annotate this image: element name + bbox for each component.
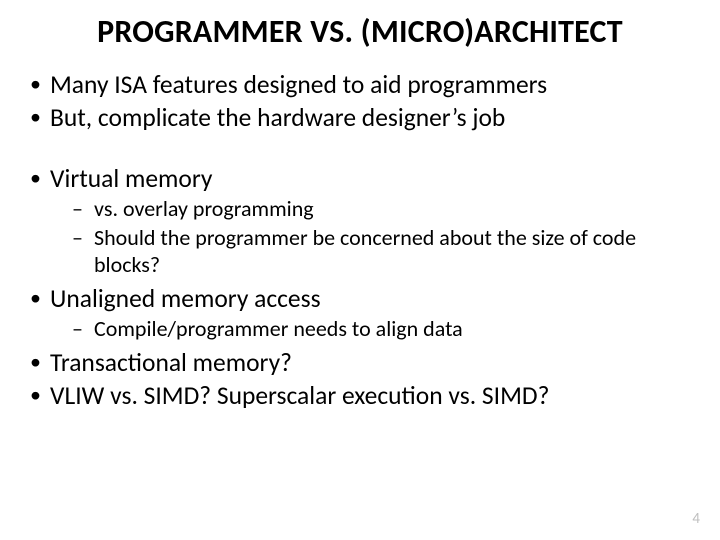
sub-bullet-list: vs. overlay programming Should the progr…: [50, 196, 692, 278]
bullet-text: Virtual memory: [50, 163, 212, 194]
bullet-item: But, complicate the hardware designer’s …: [28, 102, 692, 133]
page-number: 4: [692, 510, 700, 528]
bullet-list: Virtual memory vs. overlay programming S…: [28, 163, 692, 411]
sub-bullet-item: vs. overlay programming: [50, 196, 692, 223]
bullet-item: Transactional memory?: [28, 347, 692, 378]
bullet-item: VLIW vs. SIMD? Superscalar execution vs.…: [28, 380, 692, 411]
sub-bullet-item: Compile/programmer needs to align data: [50, 316, 692, 343]
bullet-item: Virtual memory vs. overlay programming S…: [28, 163, 692, 279]
slide-title: PROGRAMMER VS. (MICRO)ARCHITECT: [28, 12, 692, 51]
bullet-item: Unaligned memory access Compile/programm…: [28, 283, 692, 343]
sub-bullet-item: Should the programmer be concerned about…: [50, 225, 692, 279]
bullet-item: Many ISA features designed to aid progra…: [28, 69, 692, 100]
bullet-list: Many ISA features designed to aid progra…: [28, 69, 692, 133]
bullet-text: Unaligned memory access: [50, 283, 321, 314]
spacer: [28, 135, 692, 163]
sub-bullet-list: Compile/programmer needs to align data: [50, 316, 692, 343]
slide: PROGRAMMER VS. (MICRO)ARCHITECT Many ISA…: [0, 0, 720, 540]
